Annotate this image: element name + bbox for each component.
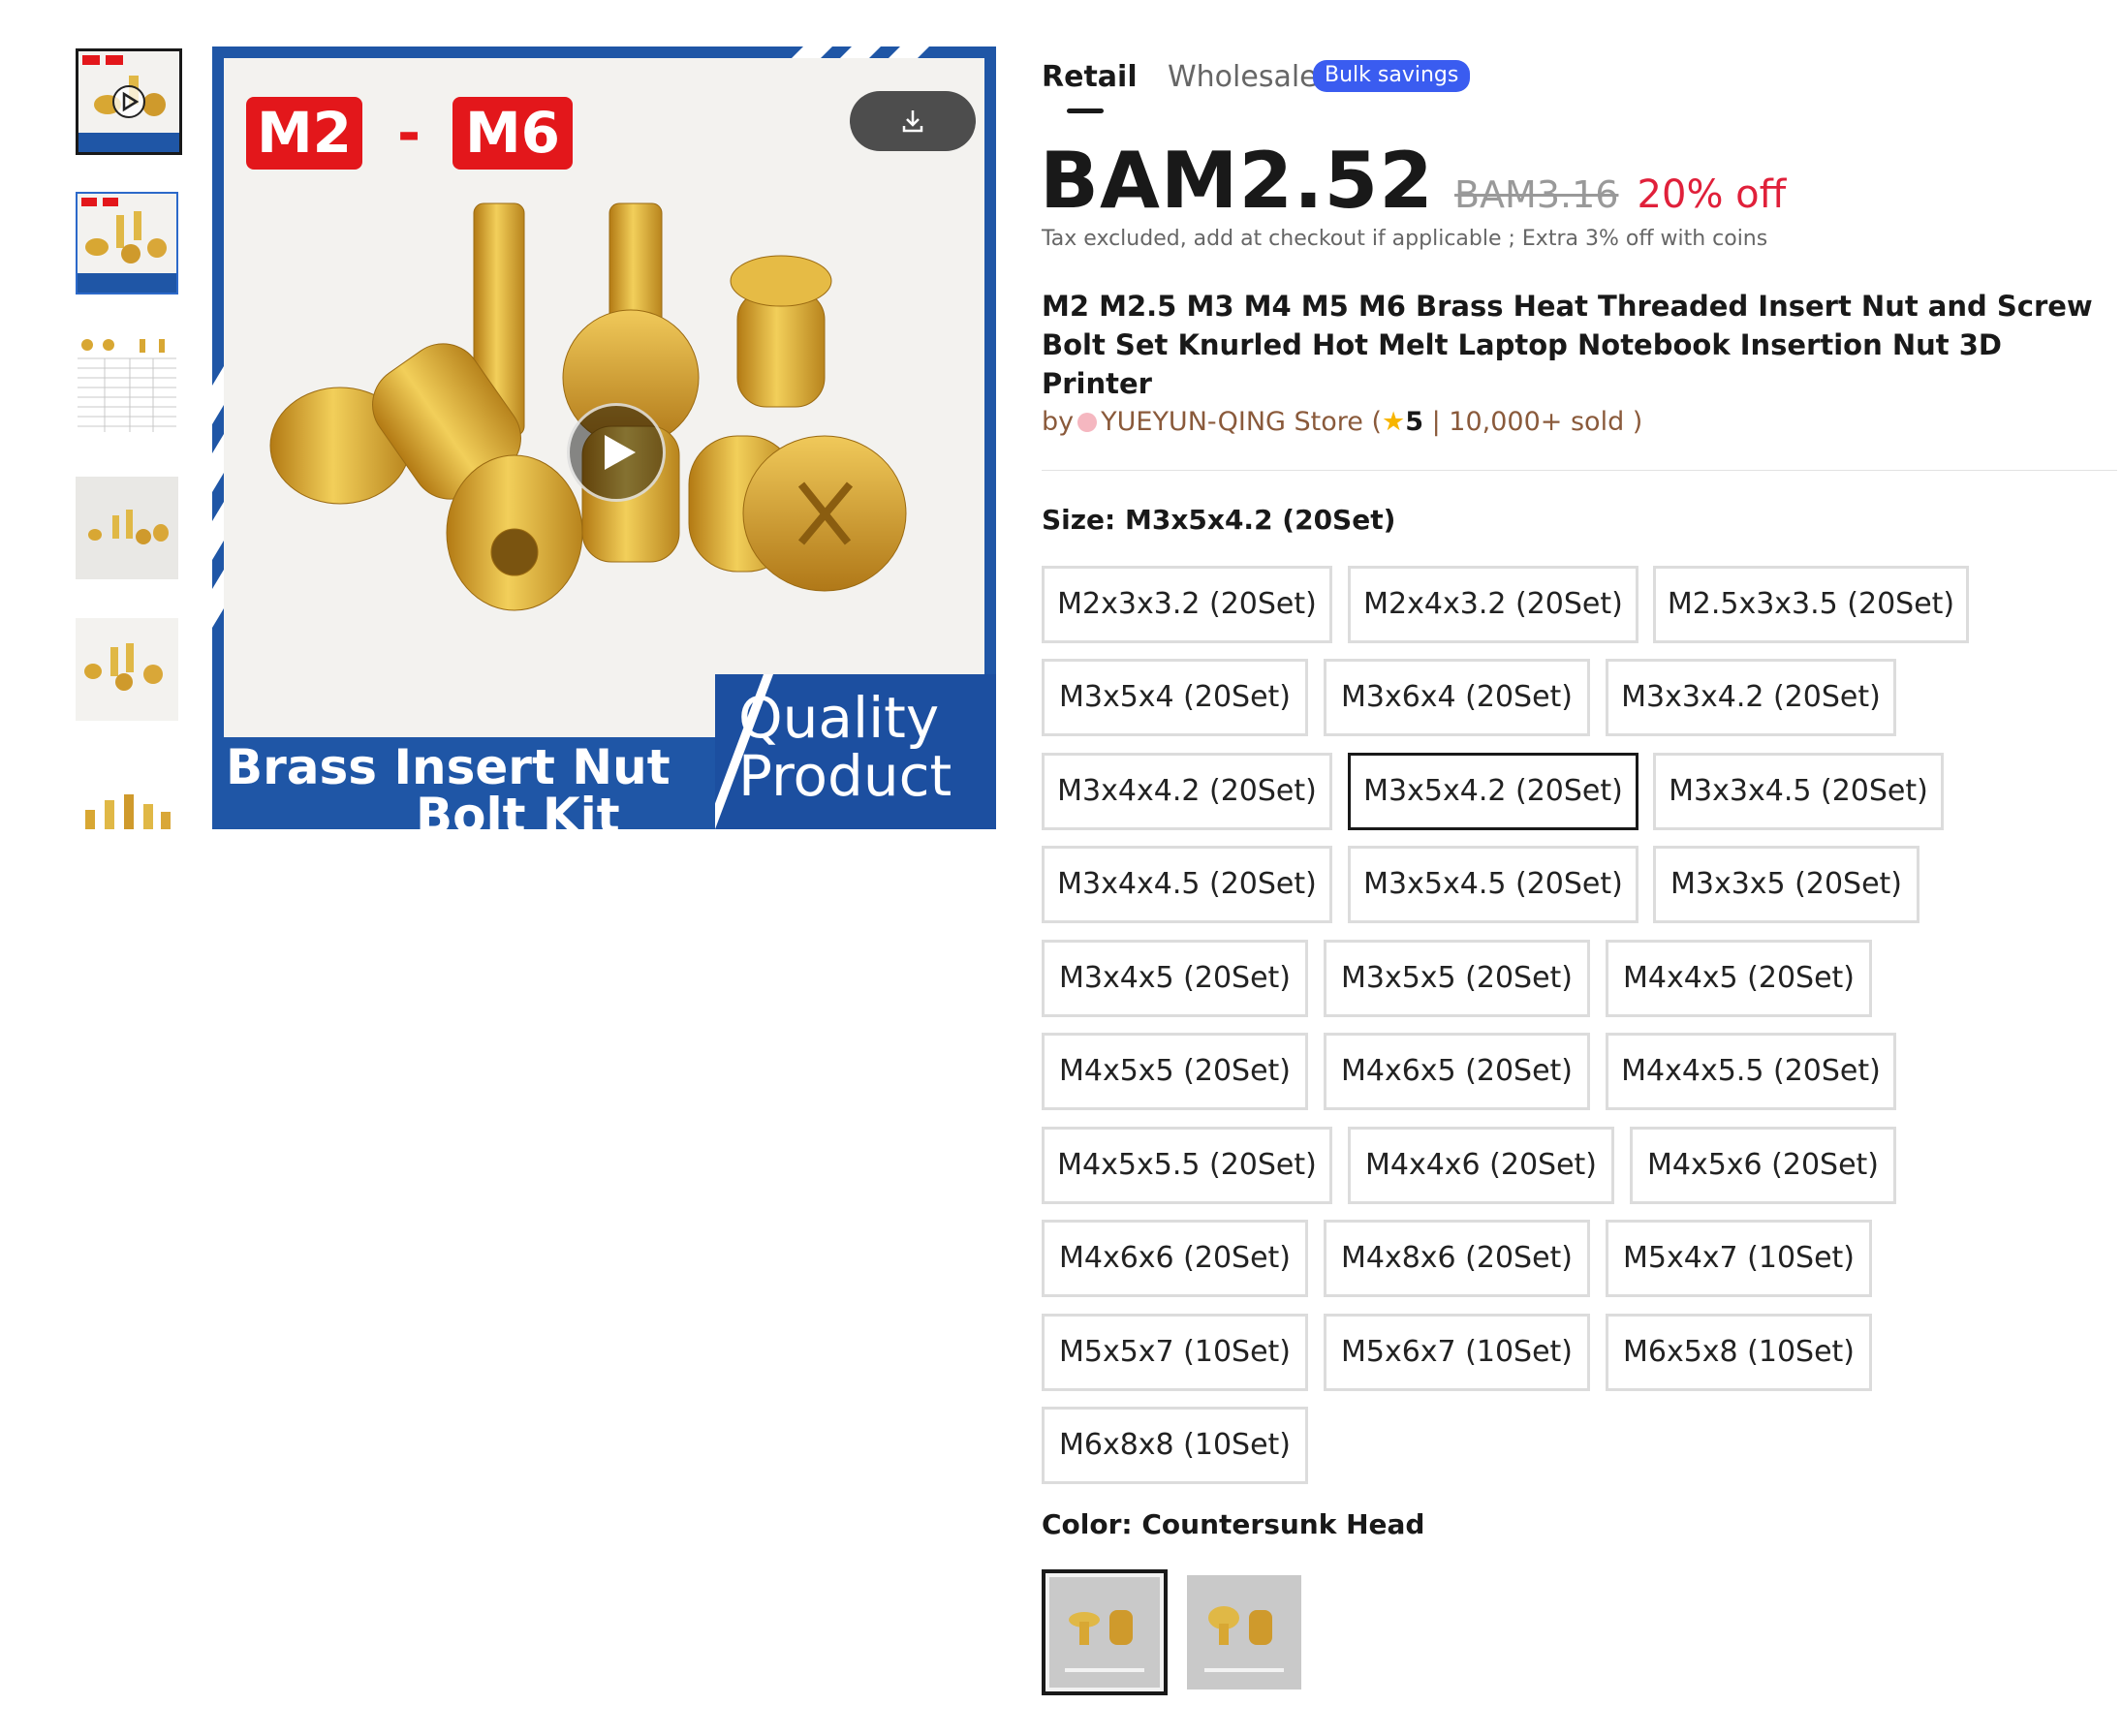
size-option[interactable]: M4x6x6 (20Set) (1042, 1220, 1308, 1297)
size-option[interactable]: M2x3x3.2 (20Set) (1042, 566, 1332, 643)
size-option[interactable]: M4x5x5.5 (20Set) (1042, 1127, 1332, 1204)
size-option[interactable]: M6x8x8 (10Set) (1042, 1407, 1308, 1484)
size-option[interactable]: M3x3x4.2 (20Set) (1606, 659, 1896, 736)
size-option[interactable]: M3x3x5 (20Set) (1653, 846, 1919, 923)
store-info: by YUEYUN-QING Store (★5 | 10,000+ sold ) (1042, 407, 1642, 437)
thumbnail-image (76, 761, 178, 829)
tab-active-indicator (1067, 108, 1104, 113)
thumbnail-image (76, 618, 178, 721)
size-option[interactable]: M2.5x3x3.5 (20Set) (1653, 566, 1969, 643)
badge-dash: - (396, 100, 421, 166)
store-icon (1077, 413, 1098, 432)
quality-banner: Quality Product (715, 674, 996, 829)
original-price: BAM3.16 (1453, 173, 1619, 216)
thumbnail-photo[interactable] (76, 761, 178, 829)
banner-line-2: Bolt Kit (416, 788, 620, 829)
size-option[interactable]: M4x5x5 (20Set) (1042, 1033, 1308, 1110)
product-photo-area: M2 - M6 (224, 58, 984, 737)
size-option[interactable]: M6x5x8 (10Set) (1606, 1314, 1872, 1391)
product-title: M2 M2.5 M3 M4 M5 M6 Brass Heat Threaded … (1042, 290, 2093, 400)
size-option[interactable]: M3x3x4.5 (20Set) (1653, 753, 1944, 830)
size-option[interactable]: M3x5x4 (20Set) (1042, 659, 1308, 736)
swatch-image (1187, 1575, 1301, 1690)
discount-label: 20% off (1637, 172, 1787, 217)
size-option[interactable]: M3x4x5 (20Set) (1042, 940, 1308, 1017)
thumbnail-size-chart[interactable] (76, 335, 178, 438)
thumbnail-photo[interactable] (76, 477, 178, 579)
size-option[interactable]: M4x4x5.5 (20Set) (1606, 1033, 1896, 1110)
swatch-image (1049, 1577, 1160, 1688)
badge-m2: M2 (246, 97, 362, 170)
size-option[interactable]: M5x6x7 (10Set) (1324, 1314, 1590, 1391)
size-option[interactable]: M3x6x4 (20Set) (1324, 659, 1590, 736)
size-option[interactable]: M2x4x3.2 (20Set) (1348, 566, 1638, 643)
thumbnail-photo[interactable] (76, 618, 178, 721)
current-price: BAM2.52 (1040, 136, 1434, 226)
size-option[interactable]: M3x5x5 (20Set) (1324, 940, 1590, 1017)
size-option-selected[interactable]: M3x5x4.2 (20Set) (1348, 753, 1638, 830)
store-name-link[interactable]: YUEYUN-QING Store (1101, 407, 1363, 437)
size-option[interactable]: M3x5x4.5 (20Set) (1348, 846, 1638, 923)
thumbnail-image (76, 477, 178, 579)
thumbnail-video[interactable] (76, 48, 182, 155)
size-option[interactable]: M3x4x4.5 (20Set) (1042, 846, 1332, 923)
size-option[interactable]: M4x5x6 (20Set) (1630, 1127, 1896, 1204)
tab-retail[interactable]: Retail (1042, 60, 1138, 94)
size-option[interactable]: M5x4x7 (10Set) (1606, 1220, 1872, 1297)
size-option[interactable]: M4x8x6 (20Set) (1324, 1220, 1590, 1297)
thumbnail-image (76, 335, 178, 438)
star-icon: ★ (1382, 407, 1406, 437)
color-label: Color: Countersunk Head (1042, 1508, 1425, 1540)
download-icon (902, 110, 923, 133)
thumbnail-strip (76, 48, 182, 829)
thumbnail-image (78, 194, 176, 293)
download-button[interactable] (850, 91, 976, 151)
tab-wholesale[interactable]: Wholesale (1168, 60, 1318, 94)
thumbnail-product[interactable] (76, 192, 178, 294)
badge-m6: M6 (452, 97, 573, 170)
size-option[interactable]: M5x5x7 (10Set) (1042, 1314, 1308, 1391)
store-sold: | 10,000+ sold ) (1423, 407, 1643, 437)
store-by: by (1042, 407, 1075, 437)
size-option[interactable]: M4x6x5 (20Set) (1324, 1033, 1590, 1110)
quality-line-1: Quality (738, 685, 940, 751)
size-option[interactable]: M4x4x6 (20Set) (1348, 1127, 1614, 1204)
price-row: BAM2.52 BAM3.16 20% off (1040, 136, 1787, 226)
store-rating: 5 (1405, 407, 1424, 437)
main-product-image[interactable]: M2 - M6 Brass Insert Nut Bolt Kit Qualit… (212, 46, 996, 829)
banner-text: Brass Insert Nut Bolt Kit (212, 737, 716, 829)
divider (1042, 470, 2117, 471)
color-swatch[interactable] (1187, 1575, 1301, 1690)
store-open-paren: ( (1362, 407, 1383, 437)
size-label: Size: M3x5x4.2 (20Set) (1042, 504, 1396, 536)
size-option[interactable]: M3x4x4.2 (20Set) (1042, 753, 1332, 830)
bulk-savings-badge: Bulk savings (1313, 60, 1471, 92)
quality-line-2: Product (738, 743, 952, 809)
tax-note: Tax excluded, add at checkout if applica… (1042, 227, 1768, 251)
play-video-button[interactable] (567, 403, 666, 502)
play-icon (605, 435, 636, 470)
thumbnail-image (78, 51, 179, 152)
size-option[interactable]: M4x4x5 (20Set) (1606, 940, 1872, 1017)
color-swatch-selected[interactable] (1042, 1569, 1168, 1695)
